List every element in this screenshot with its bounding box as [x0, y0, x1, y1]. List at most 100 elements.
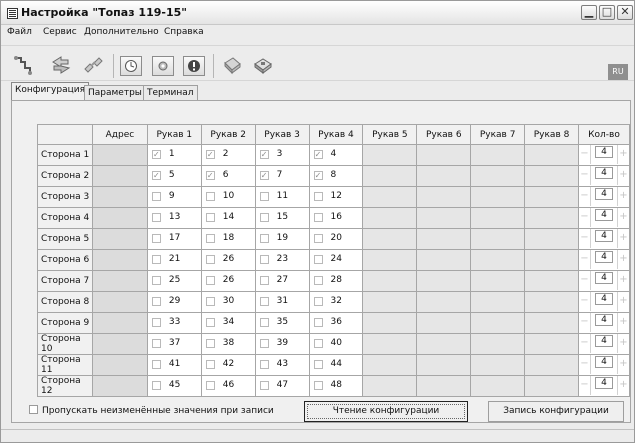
increment-button[interactable]: +: [617, 187, 629, 206]
count-value[interactable]: 4: [594, 293, 613, 305]
count-value[interactable]: 4: [594, 314, 613, 326]
nozzle-cell-empty[interactable]: [416, 165, 472, 187]
address-cell[interactable]: [91, 186, 148, 208]
address-cell[interactable]: [91, 270, 148, 292]
tab-terminal[interactable]: Терминал: [143, 85, 198, 101]
nozzle-cell[interactable]: 16: [308, 207, 364, 229]
nozzle-cell[interactable]: ✓ 1: [146, 144, 202, 166]
nozzle-cell-empty[interactable]: [362, 144, 418, 166]
nozzle-checkbox[interactable]: [313, 192, 323, 201]
decrement-button[interactable]: −: [579, 376, 591, 395]
nozzle-cell-empty[interactable]: [470, 354, 526, 376]
nozzle-checkbox[interactable]: [313, 276, 323, 285]
nozzle-cell-empty[interactable]: [470, 375, 526, 397]
nozzle-cell-empty[interactable]: [524, 354, 579, 376]
settings-icon[interactable]: [152, 56, 174, 76]
tab-configuration[interactable]: Конфигурация: [11, 82, 89, 101]
decrement-button[interactable]: −: [579, 313, 591, 332]
address-cell[interactable]: [91, 354, 148, 376]
nozzle-cell[interactable]: 34: [200, 312, 256, 334]
decrement-button[interactable]: −: [579, 145, 591, 164]
nozzle-checkbox[interactable]: [259, 381, 269, 390]
address-cell[interactable]: [91, 291, 148, 313]
nozzle-cell-empty[interactable]: [362, 249, 418, 271]
nozzle-checkbox[interactable]: [259, 234, 269, 243]
count-stepper[interactable]: −4 +: [578, 250, 629, 270]
nozzle-cell-empty[interactable]: [524, 144, 579, 166]
address-cell[interactable]: [91, 228, 148, 250]
language-button[interactable]: RU: [608, 64, 628, 80]
nozzle-cell-empty[interactable]: [362, 165, 418, 187]
nozzle-cell-empty[interactable]: [524, 228, 579, 250]
nozzle-cell-empty[interactable]: [470, 186, 526, 208]
exchange-icon[interactable]: [49, 53, 73, 77]
count-stepper[interactable]: −4 +: [578, 355, 629, 375]
nozzle-cell-empty[interactable]: [524, 207, 579, 229]
nozzle-cell[interactable]: 17: [146, 228, 202, 250]
nozzle-cell[interactable]: 33: [146, 312, 202, 334]
nozzle-checkbox[interactable]: [313, 318, 323, 327]
increment-button[interactable]: +: [617, 334, 629, 353]
nozzle-cell-empty[interactable]: [416, 333, 472, 355]
nozzle-cell-empty[interactable]: [362, 333, 418, 355]
increment-button[interactable]: +: [617, 376, 629, 395]
nozzle-checkbox[interactable]: [259, 255, 269, 264]
address-cell[interactable]: [91, 144, 148, 166]
skip-unchanged-option[interactable]: Пропускать неизменённые значения при зап…: [29, 405, 274, 416]
count-value[interactable]: 4: [594, 146, 613, 158]
nozzle-cell[interactable]: 30: [200, 291, 256, 313]
nozzle-cell[interactable]: 36: [308, 312, 364, 334]
count-value[interactable]: 4: [594, 251, 613, 263]
nozzle-cell[interactable]: 14: [200, 207, 256, 229]
nozzle-checkbox[interactable]: [151, 318, 161, 327]
read-config-button[interactable]: Чтение конфигурации: [304, 401, 468, 422]
nozzle-cell-empty[interactable]: [470, 228, 526, 250]
nozzle-checkbox[interactable]: [259, 360, 269, 369]
connect-icon[interactable]: [11, 53, 35, 77]
nozzle-checkbox[interactable]: [313, 360, 323, 369]
count-stepper[interactable]: −4 +: [578, 334, 629, 354]
nozzle-cell[interactable]: ✓ 8: [308, 165, 364, 187]
nozzle-checkbox[interactable]: [205, 381, 215, 390]
decrement-button[interactable]: −: [579, 208, 591, 227]
nozzle-cell-empty[interactable]: [416, 249, 472, 271]
minimize-button[interactable]: ▁: [581, 5, 597, 20]
nozzle-checkbox[interactable]: [151, 360, 161, 369]
nozzle-checkbox[interactable]: [151, 339, 161, 348]
decrement-button[interactable]: −: [579, 250, 591, 269]
nozzle-cell-empty[interactable]: [416, 270, 472, 292]
nozzle-checkbox-checked[interactable]: ✓: [313, 171, 323, 180]
nozzle-cell-empty[interactable]: [416, 312, 472, 334]
count-stepper[interactable]: −4 +: [578, 271, 629, 291]
increment-button[interactable]: +: [617, 250, 629, 269]
nozzle-cell-empty[interactable]: [416, 207, 472, 229]
nozzle-cell[interactable]: 32: [308, 291, 364, 313]
nozzle-cell[interactable]: 26: [200, 249, 256, 271]
nozzle-checkbox[interactable]: [151, 276, 161, 285]
nozzle-cell-empty[interactable]: [362, 375, 418, 397]
nozzle-cell-empty[interactable]: [416, 354, 472, 376]
nozzle-cell[interactable]: 44: [308, 354, 364, 376]
count-stepper[interactable]: −4 +: [578, 145, 629, 165]
nozzle-cell[interactable]: 15: [254, 207, 310, 229]
nozzle-cell-empty[interactable]: [362, 354, 418, 376]
nozzle-cell-empty[interactable]: [524, 375, 579, 397]
nozzle-checkbox[interactable]: [259, 339, 269, 348]
count-stepper[interactable]: −4 +: [578, 292, 629, 312]
nozzle-checkbox-checked[interactable]: ✓: [205, 171, 215, 180]
nozzle-cell-empty[interactable]: [416, 228, 472, 250]
nozzle-cell[interactable]: 43: [254, 354, 310, 376]
nozzle-cell[interactable]: 18: [200, 228, 256, 250]
count-value[interactable]: 4: [594, 356, 613, 368]
nozzle-cell-empty[interactable]: [524, 312, 579, 334]
device-icon[interactable]: [220, 53, 244, 77]
increment-button[interactable]: +: [617, 145, 629, 164]
maximize-button[interactable]: □: [599, 5, 615, 20]
nozzle-cell[interactable]: 28: [308, 270, 364, 292]
nozzle-cell-empty[interactable]: [416, 291, 472, 313]
nozzle-cell[interactable]: ✓ 2: [200, 144, 256, 166]
count-value[interactable]: 4: [594, 167, 613, 179]
nozzle-cell[interactable]: 27: [254, 270, 310, 292]
decrement-button[interactable]: −: [579, 292, 591, 311]
nozzle-cell[interactable]: 31: [254, 291, 310, 313]
